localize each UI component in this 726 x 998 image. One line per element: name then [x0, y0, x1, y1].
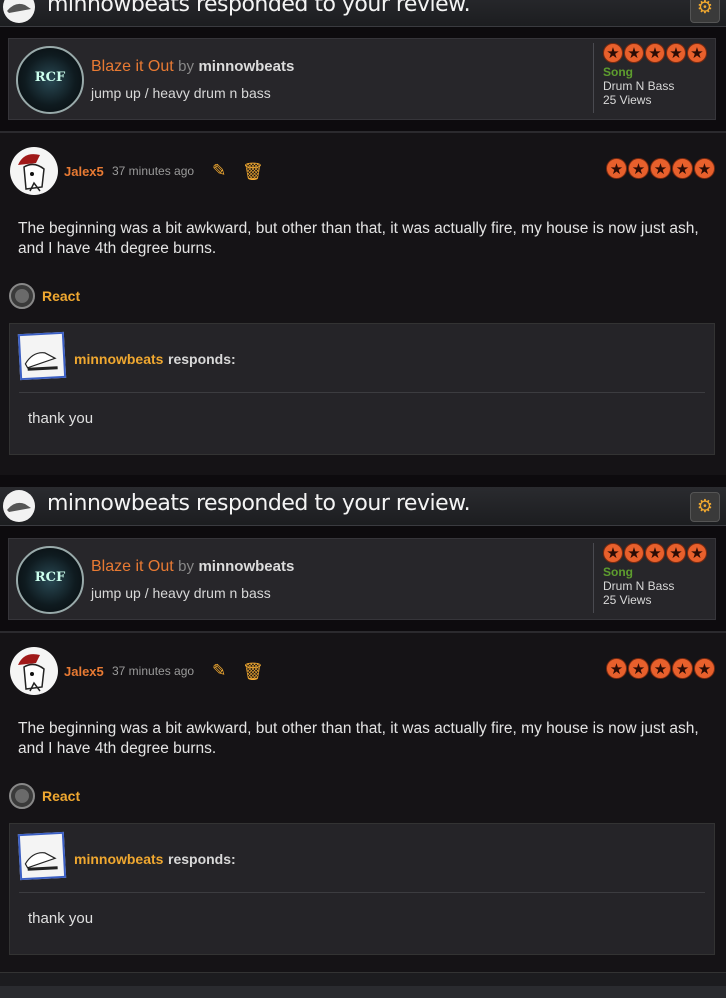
song-stats: ★ ★ ★ ★ ★ Song Drum N Bass 25 Views [593, 43, 711, 113]
review-text: The beginning was a bit awkward, but oth… [18, 720, 699, 757]
responds-label: responds: [168, 851, 236, 867]
review-text: The beginning was a bit awkward, but oth… [18, 220, 699, 257]
song-title[interactable]: Blaze it Out [91, 558, 174, 575]
song-type: Song [603, 65, 633, 79]
star-icon: ★ [628, 158, 649, 179]
song-description: jump up / heavy drum n bass [91, 585, 271, 601]
song-genre: Drum N Bass [603, 579, 675, 593]
song-stats: ★ ★ ★ ★ ★ Song Drum N Bass 25 Views [593, 543, 711, 613]
react-icon[interactable] [9, 283, 35, 309]
author-response: minnowbeats responds: thank you [9, 323, 715, 455]
star-icon: ★ [606, 658, 627, 679]
song-art[interactable]: RCF [16, 46, 84, 114]
responder-avatar[interactable] [3, 0, 35, 23]
divider [19, 392, 705, 393]
star-icon: ★ [603, 43, 623, 63]
star-icon: ★ [672, 658, 693, 679]
song-title-line: Blaze it Out by minnowbeats [91, 58, 294, 76]
star-icon: ★ [666, 543, 686, 563]
gear-icon[interactable]: ⚙ [690, 0, 720, 23]
song-title-line: Blaze it Out by minnowbeats [91, 558, 294, 576]
trash-icon[interactable]: 🗑 [242, 662, 264, 682]
song-art-label: RCF [34, 70, 66, 85]
notification-title: minnowbeats responded to your review. [47, 491, 471, 516]
response-text: thank you [28, 910, 94, 927]
next-notification-header [0, 986, 726, 998]
react-button[interactable]: React [42, 788, 80, 804]
song-art-label: RCF [34, 570, 66, 585]
song-genre: Drum N Bass [603, 79, 675, 93]
star-icon: ★ [624, 43, 644, 63]
star-icon: ★ [645, 43, 665, 63]
reviewer-avatar[interactable] [10, 647, 58, 695]
song-views: 25 Views [603, 93, 652, 107]
star-icon: ★ [650, 158, 671, 179]
song-author[interactable]: minnowbeats [198, 58, 294, 75]
song-type: Song [603, 565, 633, 579]
song-summary[interactable]: RCF Blaze it Out by minnowbeats jump up … [8, 538, 716, 620]
song-views: 25 Views [603, 593, 652, 607]
song-title[interactable]: Blaze it Out [91, 58, 174, 75]
star-icon: ★ [687, 543, 707, 563]
trash-icon[interactable]: 🗑 [242, 162, 264, 182]
review-rating: ★ ★ ★ ★ ★ [606, 658, 715, 679]
star-icon: ★ [694, 658, 715, 679]
star-icon: ★ [628, 658, 649, 679]
star-icon: ★ [687, 43, 707, 63]
pencil-icon[interactable]: ✎ [212, 161, 226, 181]
reviewer-name[interactable]: Jalex5 [64, 164, 104, 179]
by-label: by [178, 58, 194, 75]
response-author[interactable]: minnowbeats [74, 351, 163, 367]
review-time: 37 minutes ago [112, 664, 195, 678]
gear-icon[interactable]: ⚙ [690, 492, 720, 522]
review: Jalex5 37 minutes ago ✎ 🗑 ★ ★ ★ ★ ★ The … [0, 131, 726, 475]
star-icon: ★ [606, 158, 627, 179]
notification-header: minnowbeats responded to your review. ⚙ [0, 487, 726, 526]
by-label: by [178, 558, 194, 575]
responder-avatar[interactable] [3, 490, 35, 522]
review-rating: ★ ★ ★ ★ ★ [606, 158, 715, 179]
star-icon: ★ [624, 543, 644, 563]
song-rating: ★ ★ ★ ★ ★ [603, 543, 711, 563]
star-icon: ★ [694, 158, 715, 179]
react-icon[interactable] [9, 783, 35, 809]
song-art[interactable]: RCF [16, 546, 84, 614]
response-text: thank you [28, 410, 94, 427]
star-icon: ★ [645, 543, 665, 563]
star-icon: ★ [672, 158, 693, 179]
star-icon: ★ [666, 43, 686, 63]
reviewer-name[interactable]: Jalex5 [64, 664, 104, 679]
star-icon: ★ [650, 658, 671, 679]
review: Jalex5 37 minutes ago ✎ 🗑 ★ ★ ★ ★ ★ The … [0, 631, 726, 975]
song-rating: ★ ★ ★ ★ ★ [603, 43, 711, 63]
song-summary[interactable]: RCF Blaze it Out by minnowbeats jump up … [8, 38, 716, 120]
response-author-avatar[interactable] [17, 831, 67, 881]
pencil-icon[interactable]: ✎ [212, 661, 226, 681]
react-button[interactable]: React [42, 288, 80, 304]
song-description: jump up / heavy drum n bass [91, 85, 271, 101]
notification-header: minnowbeats responded to your review. ⚙ [0, 0, 726, 27]
responds-label: responds: [168, 351, 236, 367]
author-response: minnowbeats responds: thank you [9, 823, 715, 955]
star-icon: ★ [603, 543, 623, 563]
response-author[interactable]: minnowbeats [74, 851, 163, 867]
review-time: 37 minutes ago [112, 164, 195, 178]
song-author[interactable]: minnowbeats [198, 558, 294, 575]
reviewer-avatar[interactable] [10, 147, 58, 195]
divider [19, 892, 705, 893]
response-author-avatar[interactable] [17, 331, 67, 381]
notification-title: minnowbeats responded to your review. [47, 0, 471, 17]
